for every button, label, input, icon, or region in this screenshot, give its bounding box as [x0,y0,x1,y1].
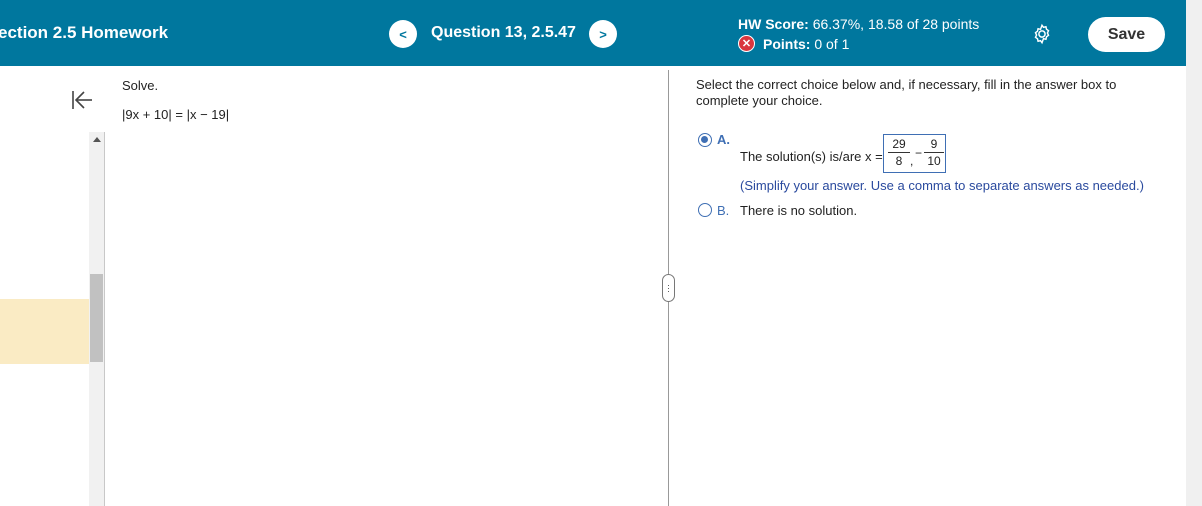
x-circle-icon: ✕ [738,35,755,52]
points-value: 0 of 1 [814,35,850,52]
question-title: Question 13, 2.5.47 [431,24,576,41]
fraction-2-numerator: 9 [930,137,938,151]
fraction-1-denominator: 8 [895,154,903,168]
points-label: Points: [763,35,811,52]
previous-question-button[interactable]: < [389,20,417,48]
scroll-thumb[interactable] [90,274,103,362]
fraction-2-denominator: 10 [927,154,941,168]
scroll-up-arrow-icon[interactable] [93,137,101,142]
answer-fraction-1: 29 8 [888,137,910,168]
question-equation: |9x + 10| = |x − 19| [122,107,230,122]
choice-b-radio[interactable] [698,203,712,217]
left-panel-scrollbar[interactable] [89,132,105,506]
choice-b-letter: B. [717,203,730,218]
fraction-bar [924,152,944,153]
answer-instructions: Select the correct choice below and, if … [696,77,1117,108]
hw-score: HW Score: 66.37%, 18.58 of 28 points [738,16,979,32]
sidebar-highlight [0,299,89,364]
choice-a-letter: A. [717,132,730,147]
negative-sign: − [915,146,923,160]
choice-b-label: There is no solution. [740,203,858,218]
hw-score-label: HW Score: [738,16,809,32]
top-bar: ection 2.5 Homework < Question 13, 2.5.4… [0,0,1186,66]
page-scrollbar[interactable] [1186,0,1202,506]
choice-a-label: The solution(s) is/are x = [740,149,883,164]
choice-a-radio[interactable] [698,133,712,147]
answer-input-box[interactable]: 29 8 , − 9 10 [883,134,946,173]
fraction-1-numerator: 29 [892,137,906,151]
question-prompt: Solve. [122,78,159,93]
fraction-bar [888,152,910,153]
answer-hint: (Simplify your answer. Use a comma to se… [740,178,1144,193]
save-button[interactable]: Save [1088,17,1165,52]
answer-fraction-2: 9 10 [924,137,944,168]
points-status: ✕ Points: 0 of 1 [738,35,849,52]
hw-score-value: 66.37%, 18.58 of 28 points [812,16,980,32]
collapse-panel-icon[interactable] [70,88,94,112]
gear-icon[interactable] [1031,23,1053,45]
divider-drag-handle[interactable]: · · · [662,274,675,302]
answer-separator: , [910,154,914,168]
next-question-button[interactable]: > [589,20,617,48]
homework-title: ection 2.5 Homework [0,23,169,42]
